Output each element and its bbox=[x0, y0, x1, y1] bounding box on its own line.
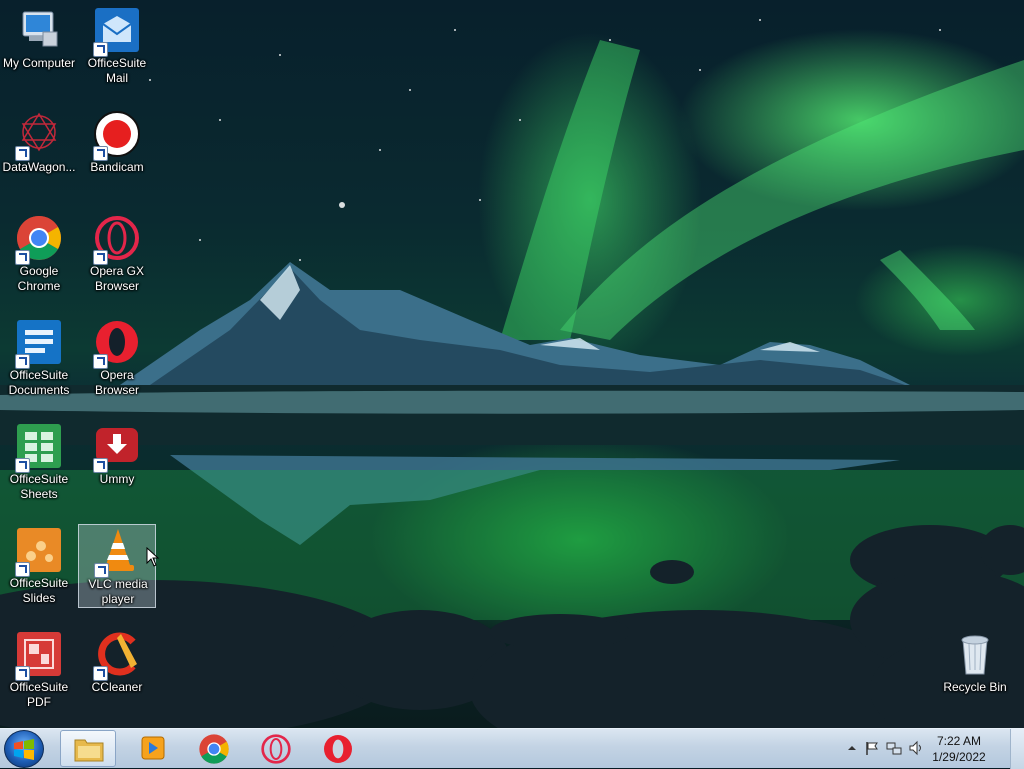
shortcut-arrow-icon bbox=[93, 458, 108, 473]
icon-label: Opera GX Browser bbox=[89, 264, 145, 293]
taskbar-opera[interactable] bbox=[310, 730, 366, 767]
opera-gx-icon bbox=[261, 734, 291, 764]
clock-time: 7:22 AM bbox=[936, 734, 982, 748]
icon-label: OfficeSuite Sheets bbox=[9, 472, 69, 501]
action-center-flag-icon[interactable] bbox=[864, 740, 880, 756]
shortcut-arrow-icon bbox=[15, 458, 30, 473]
opera-icon bbox=[324, 735, 352, 763]
system-clock[interactable]: 7:22 AM 1/29/2022 bbox=[924, 733, 994, 765]
volume-icon[interactable] bbox=[908, 740, 924, 756]
windows-logo-icon bbox=[14, 739, 34, 760]
icon-label: OfficeSuite Mail bbox=[87, 56, 147, 85]
icon-label: OfficeSuite Slides bbox=[9, 576, 69, 605]
icon-label: Ummy bbox=[99, 472, 135, 486]
icon-label: DataWagon... bbox=[2, 160, 76, 174]
computer-icon bbox=[22, 11, 58, 47]
taskbar-media-player[interactable] bbox=[124, 730, 180, 767]
icon-label: Opera Browser bbox=[94, 368, 139, 397]
chevron-up-icon[interactable] bbox=[844, 740, 860, 756]
icon-label: Bandicam bbox=[90, 160, 144, 174]
desktop-icon-officesuite-mail[interactable]: OfficeSuite Mail bbox=[78, 4, 156, 88]
icon-label: Recycle Bin bbox=[943, 680, 1007, 694]
shortcut-arrow-icon bbox=[15, 562, 30, 577]
chrome-icon bbox=[199, 734, 229, 764]
shortcut-arrow-icon bbox=[93, 42, 108, 57]
start-button[interactable] bbox=[4, 730, 44, 768]
desktop-icon-google-chrome[interactable]: Google Chrome bbox=[0, 212, 78, 296]
network-icon[interactable] bbox=[886, 740, 902, 756]
desktop-icon-recycle-bin[interactable]: Recycle Bin bbox=[936, 628, 1014, 712]
shortcut-arrow-icon bbox=[15, 666, 30, 681]
icon-label: CCleaner bbox=[91, 680, 143, 694]
mouse-pointer-icon bbox=[146, 547, 160, 567]
shortcut-arrow-icon bbox=[93, 250, 108, 265]
desktop-icon-officesuite-slides[interactable]: OfficeSuite Slides bbox=[0, 524, 78, 608]
shortcut-arrow-icon bbox=[15, 250, 30, 265]
shortcut-arrow-icon bbox=[93, 666, 108, 681]
icon-label: My Computer bbox=[2, 56, 76, 70]
icon-label: Google Chrome bbox=[17, 264, 61, 293]
desktop-icon-opera-gx[interactable]: Opera GX Browser bbox=[78, 212, 156, 296]
icon-label: OfficeSuite PDF bbox=[9, 680, 69, 709]
clock-date: 1/29/2022 bbox=[932, 750, 986, 764]
desktop-icon-ummy[interactable]: Ummy bbox=[78, 420, 156, 504]
media-player-icon bbox=[141, 736, 165, 760]
desktop-icon-bandicam[interactable]: Bandicam bbox=[78, 108, 156, 192]
desktop-icon-officesuite-documents[interactable]: OfficeSuite Documents bbox=[0, 316, 78, 400]
desktop-icon-officesuite-pdf[interactable]: OfficeSuite PDF bbox=[0, 628, 78, 712]
icon-label: OfficeSuite Documents bbox=[8, 368, 70, 397]
desktop-icon-ccleaner[interactable]: CCleaner bbox=[78, 628, 156, 712]
desktop-icon-my-computer[interactable]: My Computer bbox=[0, 4, 78, 88]
show-desktop-button[interactable] bbox=[1010, 729, 1024, 769]
desktop-icon-datawagon[interactable]: DataWagon... bbox=[0, 108, 78, 192]
shortcut-arrow-icon bbox=[94, 563, 109, 578]
desktop-icon-opera-browser[interactable]: Opera Browser bbox=[78, 316, 156, 400]
shortcut-arrow-icon bbox=[15, 146, 30, 161]
taskbar: 7:22 AM 1/29/2022 bbox=[0, 728, 1024, 769]
desktop-icon-officesuite-sheets[interactable]: OfficeSuite Sheets bbox=[0, 420, 78, 504]
shortcut-arrow-icon bbox=[93, 354, 108, 369]
desktop-icon-vlc-media-player[interactable]: VLC media player bbox=[78, 524, 156, 608]
taskbar-opera-gx[interactable] bbox=[248, 730, 304, 767]
icon-label: VLC media player bbox=[88, 577, 148, 606]
folder-icon bbox=[74, 739, 104, 762]
notification-area: 7:22 AM 1/29/2022 bbox=[834, 729, 1024, 769]
taskbar-google-chrome[interactable] bbox=[186, 730, 242, 767]
shortcut-arrow-icon bbox=[15, 354, 30, 369]
recycle-bin-icon bbox=[961, 635, 989, 675]
shortcut-arrow-icon bbox=[93, 146, 108, 161]
taskbar-windows-explorer[interactable] bbox=[60, 730, 116, 767]
